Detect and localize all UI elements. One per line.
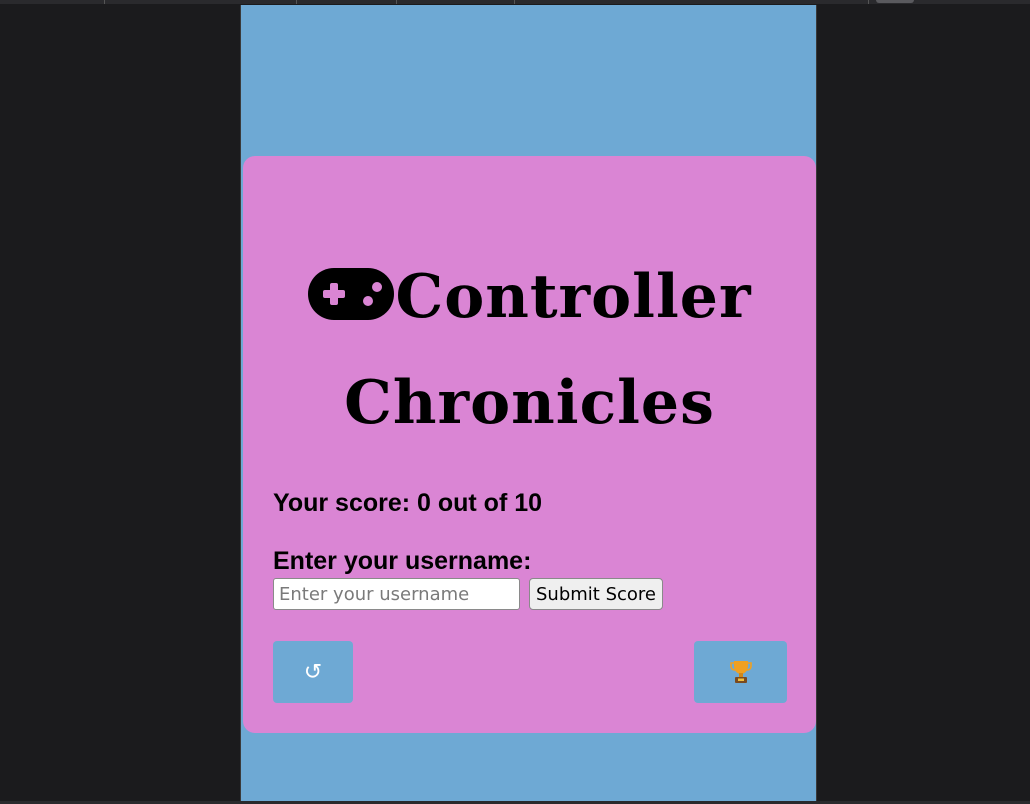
gamepad-icon bbox=[308, 268, 395, 320]
trophy-icon bbox=[729, 661, 752, 683]
result-card: Controller Chronicles Your score: 0 out … bbox=[243, 156, 816, 733]
tab-separator bbox=[868, 0, 869, 4]
title-line-2: Chronicles bbox=[344, 368, 715, 438]
tab-separator bbox=[514, 0, 515, 4]
title-text-controller: Controller bbox=[395, 262, 752, 332]
tab-separator bbox=[396, 0, 397, 4]
submit-score-button[interactable]: Submit Score bbox=[529, 578, 663, 610]
page-viewport: Controller Chronicles Your score: 0 out … bbox=[240, 5, 817, 801]
username-label: Enter your username: bbox=[273, 547, 532, 575]
tab-separator bbox=[104, 0, 105, 4]
tab-separator bbox=[296, 0, 297, 4]
score-text: Your score: 0 out of 10 bbox=[273, 489, 543, 517]
scroll-knob[interactable] bbox=[876, 0, 914, 3]
leaderboard-button[interactable] bbox=[694, 641, 787, 703]
username-input[interactable] bbox=[273, 578, 520, 610]
restart-icon: ↺ bbox=[303, 659, 323, 685]
title-line-1: Controller bbox=[243, 244, 816, 350]
restart-button[interactable]: ↺ bbox=[273, 641, 353, 703]
browser-top-bar bbox=[0, 0, 1030, 4]
page-title: Controller Chronicles bbox=[243, 244, 816, 456]
